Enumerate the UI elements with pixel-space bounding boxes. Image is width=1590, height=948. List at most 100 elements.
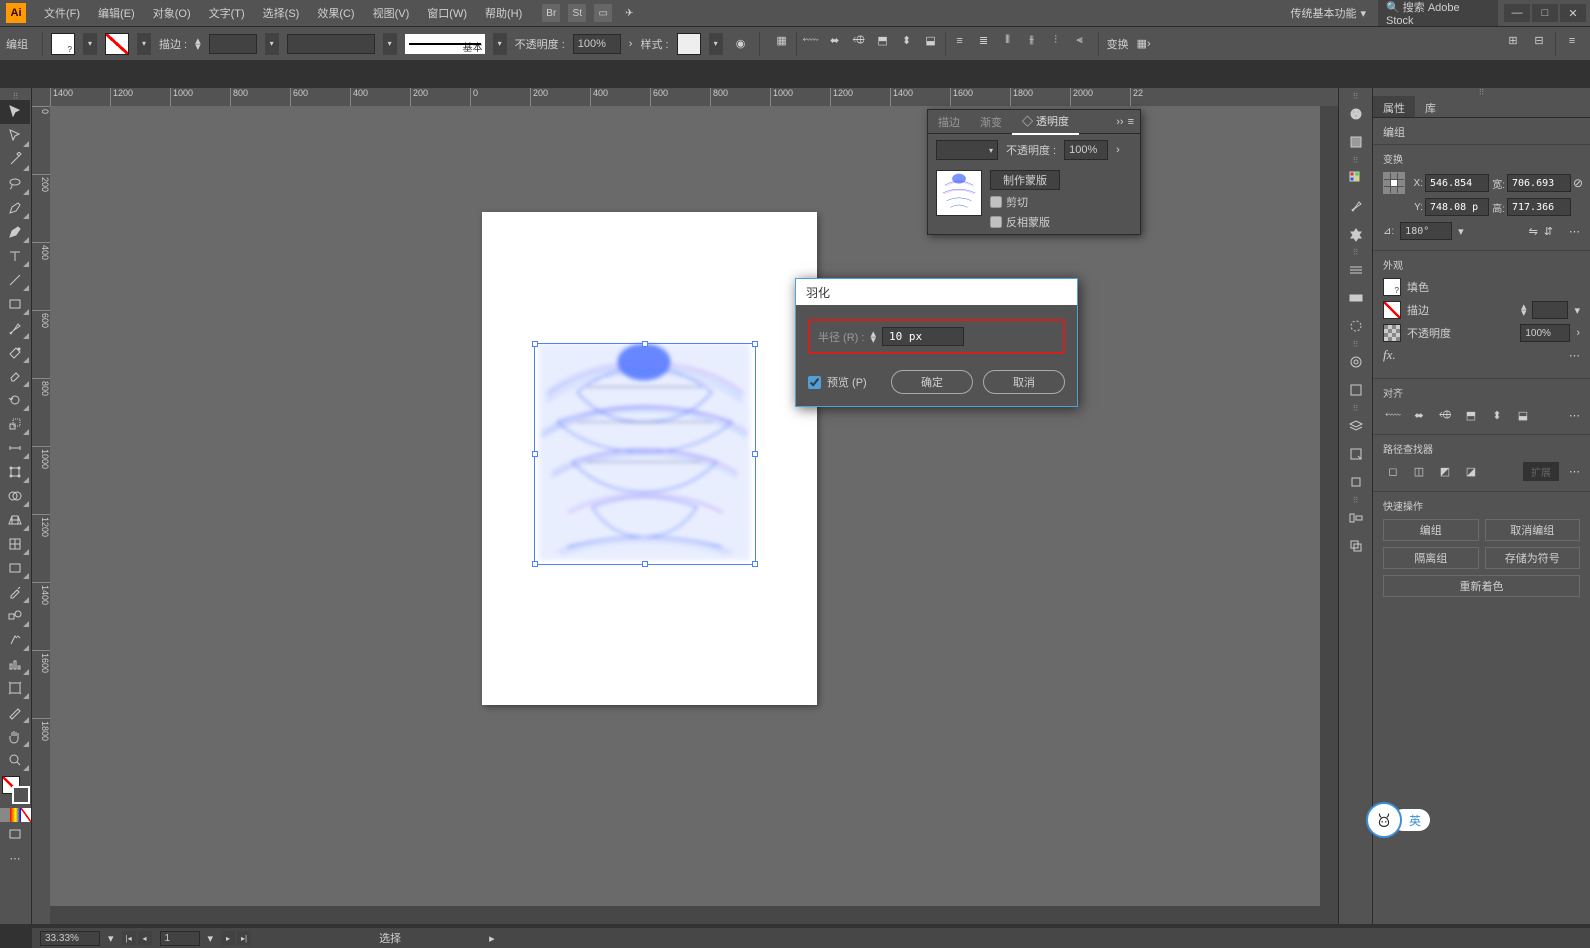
color-modes[interactable]: [0, 808, 31, 822]
trans-thumbnail[interactable]: [936, 170, 982, 216]
opacity-popup-prop[interactable]: ›: [1576, 327, 1580, 339]
stroke-weight-dd[interactable]: ▾: [265, 33, 279, 55]
gpu-icon[interactable]: ✈: [620, 4, 638, 22]
props-grip[interactable]: ⠿: [1373, 88, 1590, 96]
edit-toolbar[interactable]: ⋯: [0, 846, 30, 870]
properties-tab[interactable]: 属性: [1373, 96, 1415, 117]
blend-tool[interactable]: [0, 604, 30, 628]
ok-button[interactable]: 确定: [891, 370, 973, 394]
dist-4-icon[interactable]: ⫵: [1022, 32, 1042, 50]
more-options-icon[interactable]: ⋯: [1569, 225, 1580, 238]
handle-tr[interactable]: [752, 341, 758, 347]
graphic-styles-icon[interactable]: [1341, 377, 1371, 403]
pf-exclude-icon[interactable]: ◪: [1461, 463, 1481, 481]
dist-2-icon[interactable]: ≣: [974, 32, 994, 50]
width-tool[interactable]: [0, 436, 30, 460]
align-b-icon[interactable]: ⬓: [1513, 406, 1533, 424]
menu-type[interactable]: 文字(T): [201, 1, 253, 25]
stock-icon[interactable]: St: [568, 4, 586, 22]
dock-grip-3[interactable]: ⠿: [1339, 248, 1372, 256]
menu-effect[interactable]: 效果(C): [309, 1, 362, 25]
menu-help[interactable]: 帮助(H): [477, 1, 530, 25]
ime-indicator[interactable]: 英: [1366, 802, 1430, 838]
brush-dd[interactable]: ▾: [493, 33, 507, 55]
align-l-icon[interactable]: ⬳: [1383, 406, 1403, 424]
handle-tl[interactable]: [532, 341, 538, 347]
mesh-tool[interactable]: [0, 532, 30, 556]
menu-view[interactable]: 视图(V): [365, 1, 418, 25]
screen-mode[interactable]: [0, 822, 30, 846]
blend-mode-dd[interactable]: ▾: [936, 140, 998, 160]
pf-unite-icon[interactable]: ◻: [1383, 463, 1403, 481]
stroke-weight-input[interactable]: [209, 34, 257, 54]
artboard-nav-input[interactable]: [160, 931, 200, 946]
transform-popup[interactable]: ▦›: [1137, 37, 1151, 50]
x-input[interactable]: [1425, 174, 1489, 192]
align-t-icon[interactable]: ⬒: [1461, 406, 1481, 424]
handle-tm[interactable]: [642, 341, 648, 347]
handle-bl[interactable]: [532, 561, 538, 567]
var-width-dd[interactable]: ▾: [383, 33, 397, 55]
horizontal-scrollbar[interactable]: [50, 906, 1338, 924]
menu-file[interactable]: 文件(F): [36, 1, 88, 25]
align-left-icon[interactable]: ⬳: [801, 32, 821, 50]
align-icon-1[interactable]: ▦: [772, 32, 792, 50]
vertical-scrollbar[interactable]: [1320, 106, 1338, 906]
color-guide-icon[interactable]: [1341, 129, 1371, 155]
last-artboard-button[interactable]: ▸|: [237, 931, 251, 945]
workspace-switcher[interactable]: 传统基本功能▾: [1284, 1, 1372, 25]
arrange-icon[interactable]: ▭: [594, 4, 612, 22]
artboard-nav-dd[interactable]: ▾: [208, 932, 214, 945]
swatches-icon[interactable]: [1341, 165, 1371, 191]
radius-down[interactable]: ▾: [870, 337, 876, 343]
trans-opacity-input[interactable]: [1064, 140, 1108, 160]
line-tool[interactable]: [0, 268, 30, 292]
stroke-panel-icon[interactable]: [1341, 257, 1371, 283]
hand-tool[interactable]: [0, 724, 30, 748]
panel-menu-icon[interactable]: ≡: [1128, 116, 1134, 128]
fill-stroke-swatches[interactable]: [2, 776, 30, 804]
artboard-tool[interactable]: [0, 676, 30, 700]
color-panel-icon[interactable]: [1341, 101, 1371, 127]
canvas[interactable]: ⠿ 鹿.ai* @ 33.33% (RGB/GPU 预览) ✕ 14001200…: [32, 88, 1338, 924]
radius-input[interactable]: [882, 327, 964, 346]
dist-3-icon[interactable]: ⫴: [998, 32, 1018, 50]
align-more-icon[interactable]: ⋯: [1569, 409, 1580, 422]
align-hcenter-icon[interactable]: ⬌: [825, 32, 845, 50]
stroke-tab[interactable]: 描边: [928, 110, 970, 134]
minimize-button[interactable]: —: [1504, 4, 1530, 22]
angle-dd[interactable]: ▾: [1458, 225, 1464, 238]
dock-grip-2[interactable]: ⠿: [1339, 156, 1372, 164]
menu-object[interactable]: 对象(O): [145, 1, 199, 25]
zoom-input[interactable]: [40, 931, 100, 946]
align-panel-icon[interactable]: [1341, 505, 1371, 531]
stroke-dd-prop[interactable]: ▾: [1574, 304, 1580, 317]
prefs-icon[interactable]: ≡: [1562, 32, 1582, 50]
align-m-icon[interactable]: ⬍: [1487, 406, 1507, 424]
flip-v-icon[interactable]: ⇵: [1544, 225, 1553, 238]
pen-tool[interactable]: [0, 196, 30, 220]
gradient-panel-icon[interactable]: [1341, 285, 1371, 311]
preview-checkbox[interactable]: [808, 376, 821, 389]
flip-h-icon[interactable]: ⇋: [1529, 225, 1538, 238]
opacity-input[interactable]: [573, 34, 621, 54]
lasso-tool[interactable]: [0, 172, 30, 196]
zoom-tool[interactable]: [0, 748, 30, 772]
dock-grip-1[interactable]: ⠿: [1339, 92, 1372, 100]
handle-bm[interactable]: [642, 561, 648, 567]
link-wh-icon[interactable]: ⊘: [1573, 176, 1590, 190]
recolor-icon[interactable]: ◉: [731, 35, 751, 53]
fx-label[interactable]: fx.: [1383, 347, 1396, 363]
stroke-weight-prop[interactable]: [1532, 301, 1568, 319]
make-mask-button[interactable]: 制作蒙版: [990, 170, 1060, 190]
slice-tool[interactable]: [0, 700, 30, 724]
zoom-dd[interactable]: ▾: [108, 932, 114, 945]
appearance-more-icon[interactable]: ⋯: [1569, 349, 1580, 362]
dist-6-icon[interactable]: ⫷: [1070, 32, 1090, 50]
stroke-down[interactable]: ▾: [195, 44, 201, 50]
rotate-tool[interactable]: [0, 388, 30, 412]
type-tool[interactable]: [0, 244, 30, 268]
edit-icon[interactable]: ⊟: [1529, 32, 1549, 50]
style-dd[interactable]: ▾: [709, 33, 723, 55]
h-input[interactable]: [1507, 198, 1571, 216]
